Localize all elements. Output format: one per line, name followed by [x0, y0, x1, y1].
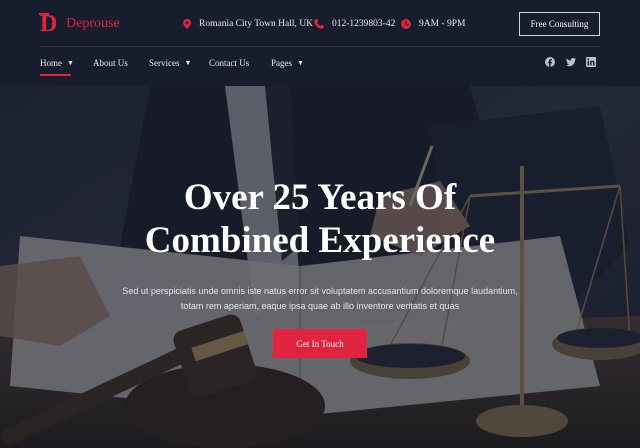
nav-item-home[interactable]: Home ▼	[40, 52, 74, 76]
map-pin-icon	[183, 19, 191, 29]
nav-item-label: Pages	[271, 58, 292, 68]
nav-item-label: About Us	[93, 58, 128, 68]
address-info: Romania City Town Hall, UK	[183, 12, 313, 36]
clock-icon	[401, 19, 411, 29]
nav-item-contact[interactable]: Contact Us	[209, 52, 249, 74]
hero-title: Over 25 Years Of Combined Experience	[0, 176, 640, 262]
nav-item-pages[interactable]: Pages ▼	[271, 52, 304, 74]
nav-item-label: Contact Us	[209, 58, 250, 68]
logo-text: Deprouse	[66, 16, 120, 31]
site-header: D Deprouse Romania City Town Hall, UK 01…	[0, 0, 640, 86]
nav-item-label: Home	[40, 58, 62, 68]
phone-icon	[314, 19, 324, 29]
nav-item-services[interactable]: Services ▼	[149, 52, 191, 74]
hero-overlay	[0, 86, 640, 448]
twitter-icon[interactable]	[566, 57, 576, 67]
hero-description: Sed ut perspiciatis unde omnis iste natu…	[122, 286, 518, 311]
chevron-down-icon: ▼	[184, 59, 192, 67]
hero-title-line-2: Combined Experience	[144, 220, 496, 261]
logo[interactable]: D Deprouse	[39, 12, 120, 36]
facebook-icon[interactable]	[545, 57, 555, 67]
hero-section: Over 25 Years Of Combined Experience Sed…	[0, 86, 640, 448]
get-in-touch-button[interactable]: Get In Touch	[273, 329, 367, 358]
logo-mark: D	[39, 12, 64, 36]
nav-item-label: Services	[149, 58, 180, 68]
free-consulting-button[interactable]: Free Consulting	[519, 12, 600, 36]
phone-text: 012-1239803-42	[332, 19, 396, 29]
nav-item-about[interactable]: About Us	[93, 52, 128, 74]
chevron-down-icon: ▼	[67, 59, 74, 67]
hours-info: 9AM - 9PM	[401, 12, 465, 36]
chevron-down-icon: ▼	[297, 59, 304, 67]
top-bar: D Deprouse Romania City Town Hall, UK 01…	[39, 12, 600, 36]
hours-text: 9AM - 9PM	[419, 19, 466, 29]
hero-title-line-1: Over 25 Years Of	[183, 177, 457, 218]
linkedin-icon[interactable]	[586, 57, 596, 67]
address-text: Romania City Town Hall, UK	[199, 19, 313, 29]
header-divider	[40, 46, 600, 47]
phone-info[interactable]: 012-1239803-42	[314, 12, 395, 36]
